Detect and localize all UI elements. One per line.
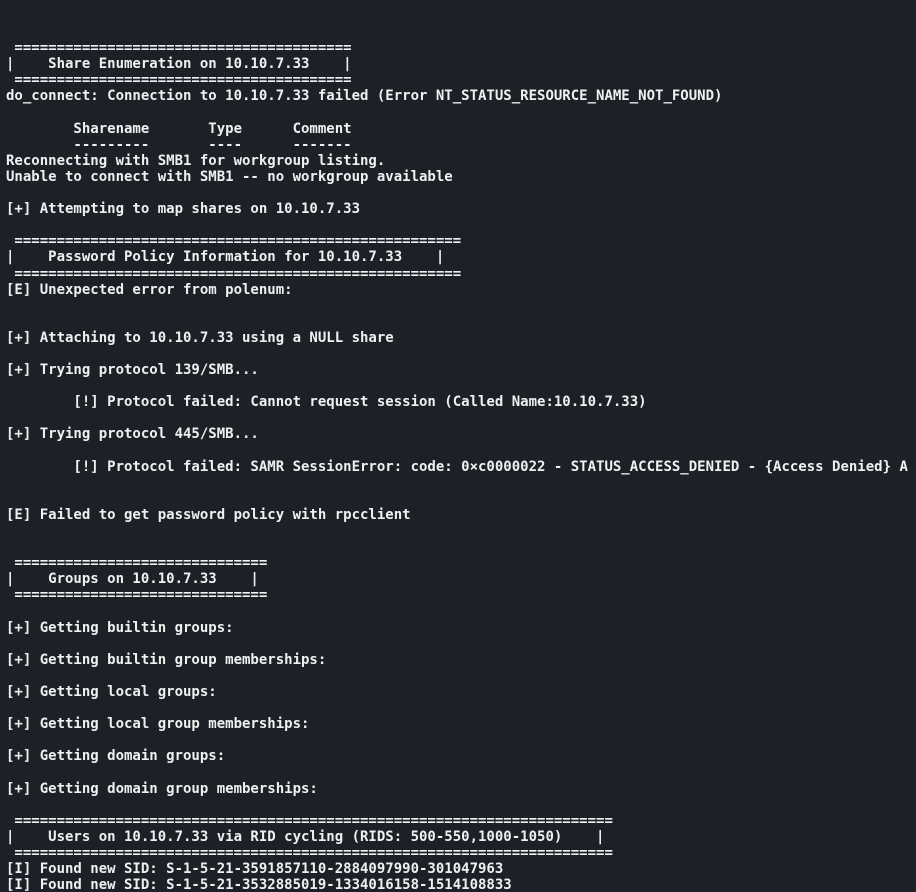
- terminal-line: [0, 764, 916, 780]
- terminal-line: [+] Attempting to map shares on 10.10.7.…: [0, 201, 916, 217]
- terminal-line: Reconnecting with SMB1 for workgroup lis…: [0, 153, 916, 169]
- terminal-line: [0, 491, 916, 507]
- terminal-line: ========================================…: [0, 266, 916, 282]
- terminal-line: ========================================…: [0, 813, 916, 829]
- terminal-output: ========================================…: [0, 0, 916, 892]
- terminal-line: | Share Enumeration on 10.10.7.33 |: [0, 56, 916, 72]
- terminal-line: ========================================…: [0, 845, 916, 861]
- terminal-line: do_connect: Connection to 10.10.7.33 fai…: [0, 88, 916, 104]
- terminal-line: [+] Getting builtin groups:: [0, 620, 916, 636]
- terminal-line: --------- ---- -------: [0, 137, 916, 153]
- terminal-line: ========================================: [0, 72, 916, 88]
- terminal-line: [+] Getting builtin group memberships:: [0, 652, 916, 668]
- terminal-line: [E] Unexpected error from polenum:: [0, 282, 916, 298]
- terminal-line: ========================================: [0, 40, 916, 56]
- terminal-line: [+] Trying protocol 445/SMB...: [0, 426, 916, 442]
- terminal-line: [0, 314, 916, 330]
- terminal-line: [0, 346, 916, 362]
- terminal-line: Sharename Type Comment: [0, 121, 916, 137]
- terminal-line: | Password Policy Information for 10.10.…: [0, 249, 916, 265]
- terminal-line: [!] Protocol failed: Cannot request sess…: [0, 394, 916, 410]
- terminal-line: [+] Getting domain groups:: [0, 748, 916, 764]
- terminal-line: [0, 217, 916, 233]
- terminal-line: [0, 443, 916, 459]
- terminal-line: [+] Getting local group memberships:: [0, 716, 916, 732]
- terminal-line: Unable to connect with SMB1 -- no workgr…: [0, 169, 916, 185]
- terminal-line: [0, 523, 916, 539]
- terminal-line: ==============================: [0, 587, 916, 603]
- terminal-line: [0, 298, 916, 314]
- terminal-line: | Users on 10.10.7.33 via RID cycling (R…: [0, 829, 916, 845]
- terminal-line: [0, 185, 916, 201]
- terminal-line: ==============================: [0, 555, 916, 571]
- terminal-line: [0, 105, 916, 121]
- terminal-line: [+] Trying protocol 139/SMB...: [0, 362, 916, 378]
- terminal-line: [0, 475, 916, 491]
- terminal-line: [0, 668, 916, 684]
- terminal-line: [+] Attaching to 10.10.7.33 using a NULL…: [0, 330, 916, 346]
- terminal-line: [0, 700, 916, 716]
- terminal-line: [0, 636, 916, 652]
- terminal-line: [I] Found new SID: S-1-5-21-3532885019-1…: [0, 877, 916, 892]
- terminal-line: [I] Found new SID: S-1-5-21-3591857110-2…: [0, 861, 916, 877]
- terminal-line: [0, 732, 916, 748]
- terminal-line: [0, 603, 916, 619]
- terminal-line: ========================================…: [0, 233, 916, 249]
- terminal-line: [!] Protocol failed: SAMR SessionError: …: [0, 459, 916, 475]
- terminal-line: [0, 410, 916, 426]
- terminal-line: [0, 539, 916, 555]
- terminal-line: [+] Getting local groups:: [0, 684, 916, 700]
- terminal-line: [0, 378, 916, 394]
- terminal-line: [E] Failed to get password policy with r…: [0, 507, 916, 523]
- terminal-line: [0, 797, 916, 813]
- terminal-line: [+] Getting domain group memberships:: [0, 781, 916, 797]
- terminal-line: | Groups on 10.10.7.33 |: [0, 571, 916, 587]
